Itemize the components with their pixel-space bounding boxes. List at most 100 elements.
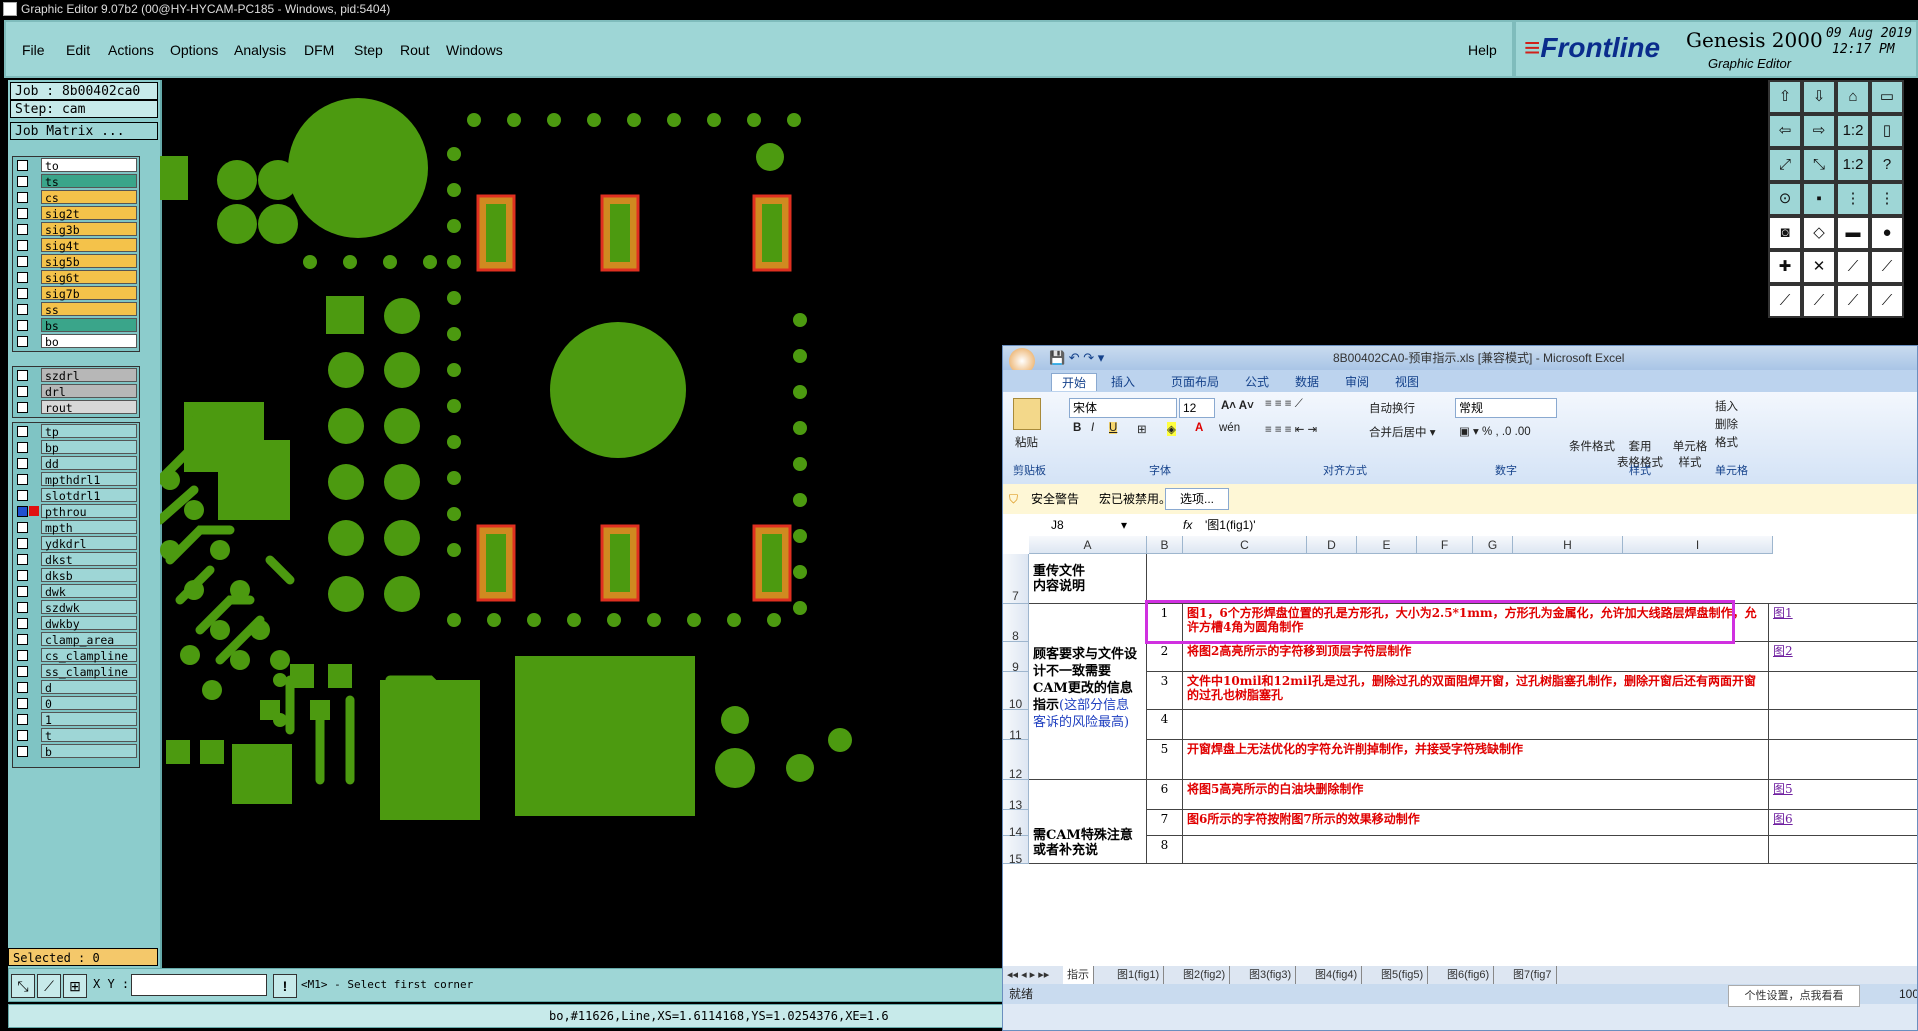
item-number[interactable]: 4 (1147, 710, 1183, 740)
xy-input[interactable] (131, 974, 267, 996)
layer-row[interactable]: clamp_area (13, 631, 139, 647)
merge-center-button[interactable]: 合并后居中 ▾ (1369, 424, 1435, 440)
measure-tool-icon[interactable]: ⟋ (37, 974, 61, 998)
layer-row[interactable]: sig6t (13, 269, 139, 285)
tool-button-icon[interactable]: ⇧ (1768, 80, 1802, 114)
tool-button-icon[interactable]: ▬ (1836, 216, 1870, 250)
options-button[interactable]: 选项... (1165, 488, 1230, 510)
layer-name[interactable]: b (41, 744, 137, 759)
layer-checkbox[interactable] (17, 490, 28, 501)
layer-name[interactable]: bp (41, 440, 137, 455)
tool-button-icon[interactable]: ⤡ (1802, 148, 1836, 182)
column-header[interactable]: G (1473, 536, 1513, 554)
layer-name[interactable]: 0 (41, 696, 137, 711)
layer-checkbox[interactable] (17, 602, 28, 613)
layer-name[interactable]: dksb (41, 568, 137, 583)
layer-name[interactable]: cs (41, 190, 137, 205)
layer-checkbox[interactable] (17, 506, 28, 517)
layer-name[interactable]: sig6t (41, 270, 137, 285)
item-link[interactable] (1769, 710, 1917, 740)
layer-row[interactable]: dksb (13, 567, 139, 583)
item-description[interactable]: 文件中10mil和12mil孔是过孔，删除过孔的双面阻焊开窗，过孔树脂塞孔制作，… (1183, 672, 1769, 710)
layer-checkbox[interactable] (17, 192, 28, 203)
column-header[interactable]: C (1183, 536, 1307, 554)
layer-row[interactable]: bs (13, 317, 139, 333)
sheet-tab[interactable]: 图1(fig1) (1113, 966, 1165, 984)
layer-row[interactable]: bp (13, 439, 139, 455)
layer-name[interactable]: szdwk (41, 600, 137, 615)
layer-name[interactable]: to (41, 158, 137, 173)
layer-row[interactable]: b (13, 743, 139, 759)
layer-checkbox[interactable] (17, 272, 28, 283)
cell-style-button[interactable]: 单元格 样式 (1667, 438, 1713, 470)
layer-name[interactable]: ss_clampline (41, 664, 137, 679)
fx-icon[interactable]: fx (1183, 514, 1192, 536)
layer-row[interactable]: slotdrl1 (13, 487, 139, 503)
layer-checkbox[interactable] (17, 586, 28, 597)
tool-button-icon[interactable]: 1:2 (1836, 148, 1870, 182)
layer-row[interactable]: sig4t (13, 237, 139, 253)
menu-windows[interactable]: Windows (446, 42, 503, 58)
tool-button-icon[interactable]: ◇ (1802, 216, 1836, 250)
tool-button-icon[interactable]: ⟋ (1768, 284, 1802, 318)
layer-row[interactable]: to (13, 157, 139, 173)
sheet-tab[interactable]: 指示 (1063, 966, 1094, 984)
item-link[interactable] (1769, 672, 1917, 710)
row-header[interactable]: 15 (1003, 836, 1029, 866)
tool-button-icon[interactable]: ⋮ (1870, 182, 1904, 216)
layer-checkbox[interactable] (17, 650, 28, 661)
layer-name[interactable]: dwk (41, 584, 137, 599)
layer-checkbox[interactable] (17, 538, 28, 549)
menu-rout[interactable]: Rout (400, 42, 430, 58)
insert-cells-button[interactable]: 插入 (1715, 398, 1738, 414)
item-number[interactable]: 3 (1147, 672, 1183, 710)
layer-name[interactable]: tp (41, 424, 137, 439)
row-header[interactable]: 8 (1003, 604, 1029, 643)
layer-row[interactable]: ts (13, 173, 139, 189)
cell-a7[interactable]: 重传文件 内容说明 (1029, 554, 1147, 604)
sheet-tab[interactable]: 图2(fig2) (1179, 966, 1231, 984)
row-header[interactable]: 13 (1003, 780, 1029, 812)
cell-row7-merged[interactable] (1147, 554, 1917, 604)
layer-checkbox[interactable] (17, 570, 28, 581)
tool-button-icon[interactable]: 1:2 (1836, 114, 1870, 148)
layer-checkbox[interactable] (17, 208, 28, 219)
delete-cells-button[interactable]: 删除 (1715, 416, 1738, 432)
layer-row[interactable]: sig5b (13, 253, 139, 269)
item-description[interactable]: 开窗焊盘上无法优化的字符允许削掉制作，并接受字符残缺制作 (1183, 740, 1769, 780)
layer-checkbox[interactable] (17, 240, 28, 251)
layer-checkbox[interactable] (17, 474, 28, 485)
layer-name[interactable]: rout (41, 400, 137, 415)
layer-name[interactable]: bs (41, 318, 137, 333)
item-link[interactable]: 图6 (1769, 810, 1917, 836)
layer-row[interactable]: szdwk (13, 599, 139, 615)
sheet-tab[interactable]: 图7(fig7 (1509, 966, 1557, 984)
item-link[interactable]: 图2 (1769, 642, 1917, 672)
layer-checkbox[interactable] (17, 224, 28, 235)
column-header[interactable]: B (1147, 536, 1183, 554)
column-header[interactable]: A (1029, 536, 1147, 554)
layer-checkbox[interactable] (17, 666, 28, 677)
menu-step[interactable]: Step (354, 42, 383, 58)
layer-checkbox[interactable] (17, 554, 28, 565)
italic-icon[interactable]: I (1091, 422, 1094, 434)
tab-insert[interactable]: 插入 (1111, 373, 1135, 390)
tool-button-icon[interactable]: ⟋ (1802, 284, 1836, 318)
tool-button-icon[interactable]: ⌂ (1836, 80, 1870, 114)
tab-formulas[interactable]: 公式 (1245, 373, 1269, 390)
item-number[interactable]: 7 (1147, 810, 1183, 836)
layer-name[interactable]: dkst (41, 552, 137, 567)
item-description[interactable]: 图1，6个方形焊盘位置的孔是方形孔，大小为2.5*1mm，方形孔为金属化，允许加… (1183, 604, 1769, 642)
cell-a-block[interactable]: 顾客要求与文件设计不一致需要CAM更改的信息指示(这部分信息客诉的风险最高) (1029, 604, 1147, 780)
alert-icon[interactable]: ! (273, 974, 297, 998)
layer-checkbox[interactable] (17, 618, 28, 629)
layer-row[interactable]: 0 (13, 695, 139, 711)
layer-row[interactable]: cs (13, 189, 139, 205)
tool-button-icon[interactable]: ⟋ (1870, 284, 1904, 318)
row-header[interactable]: 9 (1003, 642, 1029, 674)
column-header[interactable]: F (1417, 536, 1473, 554)
menu-dfm[interactable]: DFM (304, 42, 334, 58)
conditional-format-button[interactable]: 条件格式 (1567, 438, 1617, 454)
layer-row[interactable]: ss_clampline (13, 663, 139, 679)
layer-checkbox[interactable] (17, 304, 28, 315)
